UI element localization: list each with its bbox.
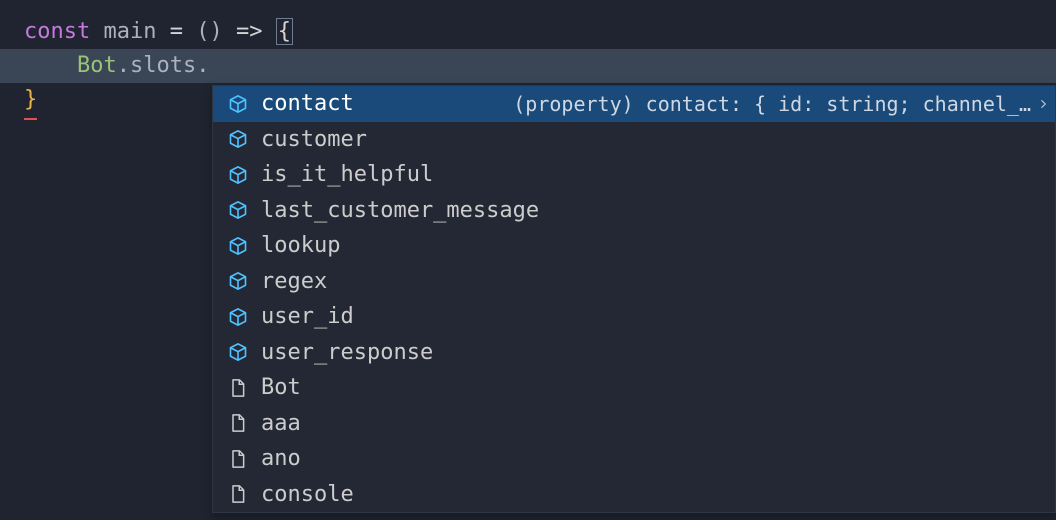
property-slots: slots bbox=[130, 53, 196, 78]
suggest-item-Bot[interactable]: Bot bbox=[213, 370, 1055, 406]
suggest-item-user_id[interactable]: user_id bbox=[213, 299, 1055, 335]
suggest-item-label: Bot bbox=[261, 375, 301, 400]
suggest-item-regex[interactable]: regex bbox=[213, 264, 1055, 300]
file-icon bbox=[227, 377, 249, 399]
suggest-item-console[interactable]: console bbox=[213, 477, 1055, 513]
suggest-item-lookup[interactable]: lookup bbox=[213, 228, 1055, 264]
suggest-item-is_it_helpful[interactable]: is_it_helpful bbox=[213, 157, 1055, 193]
suggest-item-user_response[interactable]: user_response bbox=[213, 335, 1055, 371]
suggest-item-aaa[interactable]: aaa bbox=[213, 406, 1055, 442]
suggest-item-label: console bbox=[261, 482, 354, 507]
suggest-item-customer[interactable]: customer bbox=[213, 122, 1055, 158]
suggest-item-label: ano bbox=[261, 446, 301, 471]
error-underline bbox=[24, 118, 37, 120]
file-icon bbox=[227, 483, 249, 505]
suggest-item-detail: (property) contact: { id: string; channe… bbox=[489, 92, 1037, 116]
chevron-right-icon[interactable] bbox=[1037, 97, 1055, 111]
suggest-item-label: user_response bbox=[261, 340, 433, 365]
operator-equals: = bbox=[170, 19, 197, 44]
suggest-item-label: contact bbox=[261, 91, 354, 116]
suggest-item-label: aaa bbox=[261, 411, 301, 436]
cube-icon bbox=[227, 93, 249, 115]
suggest-item-label: regex bbox=[261, 269, 327, 294]
suggest-item-label: is_it_helpful bbox=[261, 162, 433, 187]
parens: () bbox=[196, 19, 236, 44]
intellisense-suggest-widget[interactable]: contact (property) contact: { id: string;… bbox=[212, 85, 1056, 513]
object-bot: Bot bbox=[77, 53, 117, 78]
file-icon bbox=[227, 412, 249, 434]
cube-icon bbox=[227, 306, 249, 328]
code-line-2[interactable]: Bot.slots. bbox=[0, 49, 1056, 83]
cube-icon bbox=[227, 270, 249, 292]
brace-open: { bbox=[276, 18, 293, 45]
dot: . bbox=[117, 53, 130, 78]
cube-icon bbox=[227, 199, 249, 221]
suggest-item-label: lookup bbox=[261, 233, 340, 258]
suggest-item-ano[interactable]: ano bbox=[213, 441, 1055, 477]
file-icon bbox=[227, 448, 249, 470]
indent bbox=[24, 53, 77, 78]
dot: . bbox=[196, 53, 209, 78]
cube-icon bbox=[227, 341, 249, 363]
code-line-1[interactable]: const main = () => { bbox=[24, 15, 1056, 49]
suggest-item-label: user_id bbox=[261, 304, 354, 329]
arrow: => bbox=[236, 19, 276, 44]
suggest-item-last_customer_message[interactable]: last_customer_message bbox=[213, 193, 1055, 229]
brace-close: } bbox=[24, 83, 37, 117]
cube-icon bbox=[227, 235, 249, 257]
suggest-item-label: last_customer_message bbox=[261, 198, 539, 223]
identifier-main: main bbox=[103, 19, 169, 44]
cube-icon bbox=[227, 164, 249, 186]
cube-icon bbox=[227, 128, 249, 150]
keyword-const: const bbox=[24, 19, 103, 44]
suggest-item-label: customer bbox=[261, 127, 367, 152]
suggest-item-contact[interactable]: contact (property) contact: { id: string;… bbox=[213, 86, 1055, 122]
